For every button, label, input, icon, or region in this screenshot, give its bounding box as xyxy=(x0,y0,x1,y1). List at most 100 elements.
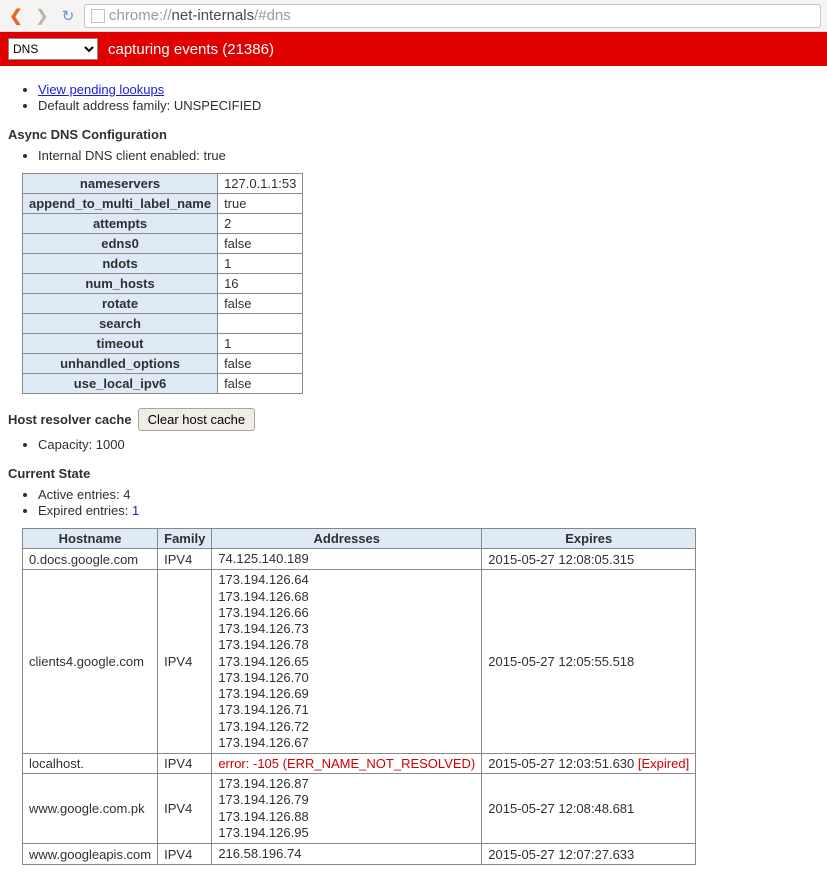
table-row: www.google.com.pkIPV4173.194.126.87173.1… xyxy=(23,774,696,844)
address-value: 173.194.126.66 xyxy=(218,605,475,621)
config-key: ndots xyxy=(23,254,218,274)
reload-button[interactable]: ↻ xyxy=(58,6,78,26)
config-value: 16 xyxy=(218,274,303,294)
family-cell: IPV4 xyxy=(158,570,212,754)
expires-cell: 2015-05-27 12:07:27.633 xyxy=(482,844,696,865)
default-family-line: Default address family: UNSPECIFIED xyxy=(38,98,819,113)
column-header: Expires xyxy=(482,529,696,549)
clear-host-cache-button[interactable]: Clear host cache xyxy=(138,408,256,431)
back-button[interactable]: ❮ xyxy=(6,6,26,26)
config-key: timeout xyxy=(23,334,218,354)
address-value: 173.194.126.87 xyxy=(218,776,475,792)
column-header: Family xyxy=(158,529,212,549)
page-content: View pending lookups Default address fam… xyxy=(0,66,827,885)
expires-timestamp: 2015-05-27 12:07:27.633 xyxy=(488,847,634,862)
table-row: www.googleapis.comIPV4216.58.196.742015-… xyxy=(23,844,696,865)
expires-cell: 2015-05-27 12:05:55.518 xyxy=(482,570,696,754)
config-value: false xyxy=(218,294,303,314)
config-row: search xyxy=(23,314,303,334)
expires-timestamp: 2015-05-27 12:05:55.518 xyxy=(488,654,634,669)
hostname-cell: www.google.com.pk xyxy=(23,774,158,844)
config-row: append_to_multi_label_nametrue xyxy=(23,194,303,214)
address-bar[interactable]: chrome://net-internals/#dns xyxy=(84,4,821,28)
config-key: unhandled_options xyxy=(23,354,218,374)
async-list: Internal DNS client enabled: true xyxy=(8,148,819,163)
config-key: edns0 xyxy=(23,234,218,254)
config-row: ndots1 xyxy=(23,254,303,274)
config-value: false xyxy=(218,354,303,374)
address-value: 216.58.196.74 xyxy=(218,846,475,862)
config-row: unhandled_optionsfalse xyxy=(23,354,303,374)
config-row: edns0false xyxy=(23,234,303,254)
capturing-status: capturing events (21386) xyxy=(108,41,274,58)
address-value: 173.194.126.95 xyxy=(218,825,475,841)
config-value xyxy=(218,314,303,334)
url-scheme: chrome:// xyxy=(109,7,172,24)
config-key: nameservers xyxy=(23,174,218,194)
table-row: 0.docs.google.comIPV474.125.140.1892015-… xyxy=(23,549,696,570)
table-row: localhost.IPV4error: -105 (ERR_NAME_NOT_… xyxy=(23,754,696,774)
config-row: use_local_ipv6false xyxy=(23,374,303,394)
config-key: attempts xyxy=(23,214,218,234)
column-header: Hostname xyxy=(23,529,158,549)
config-value: 1 xyxy=(218,254,303,274)
column-header: Addresses xyxy=(212,529,482,549)
expires-timestamp: 2015-05-27 12:08:48.681 xyxy=(488,801,634,816)
config-row: num_hosts16 xyxy=(23,274,303,294)
address-value: 173.194.126.70 xyxy=(218,670,475,686)
config-key: rotate xyxy=(23,294,218,314)
config-value: false xyxy=(218,234,303,254)
address-value: 173.194.126.78 xyxy=(218,637,475,653)
hostname-cell: www.googleapis.com xyxy=(23,844,158,865)
internal-client-line: Internal DNS client enabled: true xyxy=(38,148,819,163)
expires-timestamp: 2015-05-27 12:08:05.315 xyxy=(488,552,634,567)
expired-tag: [Expired] xyxy=(638,756,689,771)
url-host: net-internals xyxy=(172,7,255,24)
expired-entries-line: Expired entries: 1 xyxy=(38,503,819,518)
host-resolver-heading: Host resolver cache xyxy=(8,412,132,427)
address-value: 173.194.126.69 xyxy=(218,686,475,702)
address-value: 173.194.126.65 xyxy=(218,654,475,670)
address-value: 173.194.126.71 xyxy=(218,702,475,718)
view-pending-lookups-link[interactable]: View pending lookups xyxy=(38,82,164,97)
addresses-cell: error: -105 (ERR_NAME_NOT_RESOLVED) xyxy=(212,754,482,774)
address-value: 173.194.126.67 xyxy=(218,735,475,751)
capacity-line: Capacity: 1000 xyxy=(38,437,819,452)
expires-cell: 2015-05-27 12:03:51.630 [Expired] xyxy=(482,754,696,774)
module-select[interactable]: DNS xyxy=(8,38,98,60)
expires-timestamp: 2015-05-27 12:03:51.630 xyxy=(488,756,634,771)
address-value: 173.194.126.68 xyxy=(218,589,475,605)
config-value: 1 xyxy=(218,334,303,354)
browser-toolbar: ❮ ❯ ↻ chrome://net-internals/#dns xyxy=(0,0,827,32)
address-value: 173.194.126.88 xyxy=(218,809,475,825)
expires-cell: 2015-05-27 12:08:05.315 xyxy=(482,549,696,570)
config-key: append_to_multi_label_name xyxy=(23,194,218,214)
config-value: 2 xyxy=(218,214,303,234)
expires-cell: 2015-05-27 12:08:48.681 xyxy=(482,774,696,844)
address-value: 173.194.126.64 xyxy=(218,572,475,588)
status-ribbon: DNS capturing events (21386) xyxy=(0,32,827,66)
active-entries-line: Active entries: 4 xyxy=(38,487,819,502)
address-value: 173.194.126.79 xyxy=(218,792,475,808)
current-state-heading: Current State xyxy=(8,466,819,481)
config-value: 127.0.1.1:53 xyxy=(218,174,303,194)
addresses-cell: 216.58.196.74 xyxy=(212,844,482,865)
hostname-cell: clients4.google.com xyxy=(23,570,158,754)
hostname-cell: 0.docs.google.com xyxy=(23,549,158,570)
table-row: clients4.google.comIPV4173.194.126.64173… xyxy=(23,570,696,754)
config-key: use_local_ipv6 xyxy=(23,374,218,394)
async-dns-heading: Async DNS Configuration xyxy=(8,127,819,142)
config-row: nameservers127.0.1.1:53 xyxy=(23,174,303,194)
hostname-cell: localhost. xyxy=(23,754,158,774)
family-cell: IPV4 xyxy=(158,774,212,844)
forward-button[interactable]: ❯ xyxy=(32,6,52,26)
config-value: false xyxy=(218,374,303,394)
addresses-cell: 173.194.126.64173.194.126.68173.194.126.… xyxy=(212,570,482,754)
host-cache-table: HostnameFamilyAddressesExpires0.docs.goo… xyxy=(22,528,696,865)
addresses-cell: 74.125.140.189 xyxy=(212,549,482,570)
config-row: attempts2 xyxy=(23,214,303,234)
address-value: 173.194.126.72 xyxy=(218,719,475,735)
page-icon xyxy=(91,9,105,23)
addresses-cell: 173.194.126.87173.194.126.79173.194.126.… xyxy=(212,774,482,844)
address-value: 173.194.126.73 xyxy=(218,621,475,637)
